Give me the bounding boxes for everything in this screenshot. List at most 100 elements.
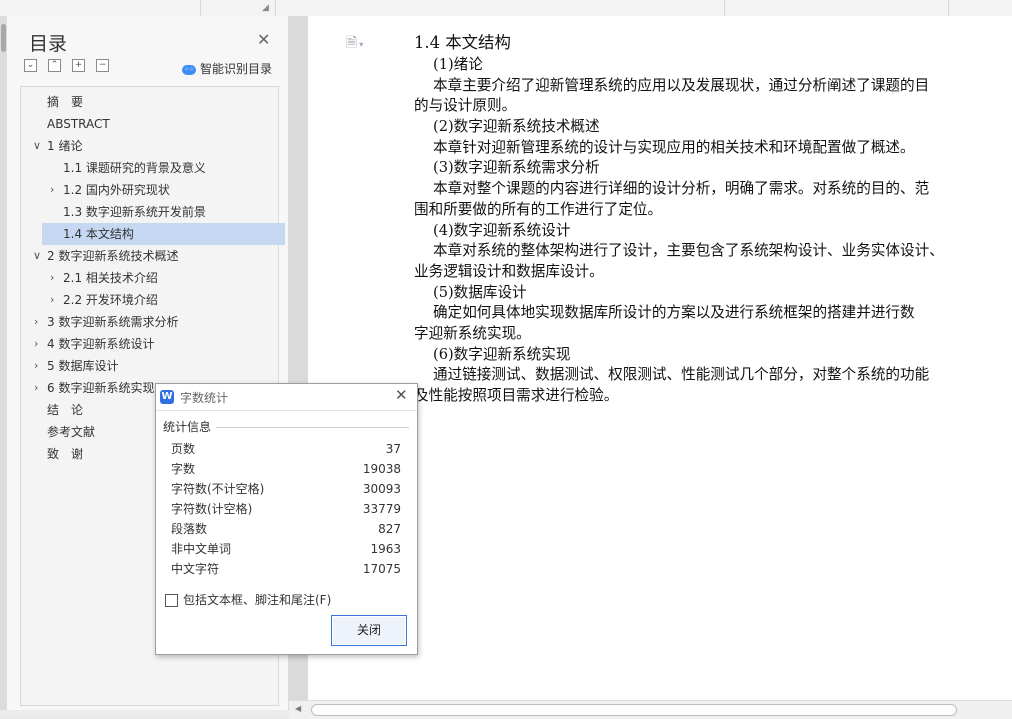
word-count-dialog: W 字数统计 ✕ 统计信息 页数 37 字数 19038 字符数(不计空格) 3009… [155, 383, 418, 655]
toc-item-acknowledgement[interactable]: 致 谢 [47, 443, 83, 465]
toc-item-2-1[interactable]: 2.1 相关技术介绍 [63, 267, 158, 289]
resize-corner-icon: ◢ [262, 3, 269, 13]
include-textbox-footnotes-checkbox[interactable]: 包括文本框、脚注和尾注(F) [165, 591, 331, 608]
toc-item-label: 2.1 相关技术介绍 [63, 271, 158, 285]
nav-edge-bar [0, 16, 7, 710]
toolbar-separator [275, 0, 276, 16]
toc-item-1-4-selected[interactable]: 1.4 本文结构 [42, 223, 285, 245]
toc-item-1-2[interactable]: 1.2 国内外研究现状 [63, 179, 170, 201]
checkbox-box[interactable] [165, 594, 178, 607]
nav-title: 目录 [29, 33, 68, 55]
nav-grip-handle[interactable] [1, 24, 6, 52]
stat-value: 30093 [362, 482, 401, 496]
remove-heading-icon[interactable]: − [96, 59, 109, 72]
doc-line: 本章对整个课题的内容进行详细的设计分析，明确了需求。对系统的目的、范 [433, 180, 930, 198]
toc-item-ch4[interactable]: 4 数字迎新系统设计 [47, 333, 154, 355]
doc-line: 本章对系统的整体架构进行了设计，主要包含了系统架构设计、业务实体设计、 [433, 242, 944, 260]
chevron-down-icon[interactable]: ∨ [33, 135, 41, 157]
toc-item-2-2[interactable]: 2.2 开发环境介绍 [63, 289, 158, 311]
toc-item-ch3[interactable]: 3 数字迎新系统需求分析 [47, 311, 178, 333]
document-body: 1.4 本文结构 (1)绪论 本章主要介绍了迎新管理系统的应用以及发展现状，通过… [414, 31, 1012, 407]
scroll-left-icon[interactable]: ◀ [295, 704, 301, 713]
toc-item-abstract-cn[interactable]: 摘 要 [47, 91, 83, 113]
scrollbar-thumb[interactable] [311, 704, 957, 716]
toc-item-label: 1 绪论 [47, 139, 83, 153]
chevron-right-icon[interactable]: › [34, 355, 38, 377]
collapse-all-icon[interactable]: ⌄ [24, 59, 37, 72]
toc-item-label: 1.1 课题研究的背景及意义 [63, 161, 206, 175]
stat-label: 页数 [171, 442, 196, 456]
toc-item-1-1[interactable]: 1.1 课题研究的背景及意义 [63, 157, 206, 179]
stat-value: 19038 [362, 462, 401, 476]
toc-item-ch6[interactable]: 6 数字迎新系统实现 [47, 377, 154, 399]
doc-line: (6)数字迎新系统实现 [433, 345, 571, 363]
doc-line: 通过链接测试、数据测试、权限测试、性能测试几个部分，对整个系统的功能 [433, 366, 930, 384]
toc-item-label: 1.4 本文结构 [63, 227, 134, 241]
stat-value: 33779 [362, 502, 401, 516]
toc-item-label: 6 数字迎新系统实现 [47, 381, 155, 395]
stat-label: 非中文单词 [171, 542, 232, 556]
toc-item-label: 4 数字迎新系统设计 [47, 337, 155, 351]
stat-value: 1963 [370, 542, 401, 556]
doc-line: 及性能按照项目需求进行检验。 [414, 387, 619, 404]
toc-item-label: 摘 要 [47, 95, 84, 109]
group-divider [216, 427, 409, 428]
toc-item-abstract-en[interactable]: ABSTRACT [47, 113, 110, 135]
stat-row: 中文字符 17075 [171, 559, 401, 579]
toc-item-conclusion[interactable]: 结 论 [47, 399, 83, 421]
checkbox-label: 包括文本框、脚注和尾注(F) [183, 593, 332, 607]
paragraph-menu-icon[interactable]: 🗎 ▾ [346, 32, 363, 56]
stat-row: 段落数 827 [171, 519, 401, 539]
chevron-down-icon[interactable]: ∨ [33, 245, 41, 267]
chevron-right-icon[interactable]: › [34, 377, 38, 399]
stat-row: 页数 37 [171, 439, 401, 459]
toolbar-separator [724, 0, 725, 16]
dialog-titlebar[interactable]: W 字数统计 ✕ [156, 384, 417, 411]
dialog-title: 字数统计 [180, 391, 229, 405]
horizontal-scrollbar[interactable]: ◀ [289, 700, 1012, 719]
doc-line: 围和所要做的所有的工作进行了定位。 [414, 200, 663, 218]
toc-item-label: ABSTRACT [47, 117, 110, 131]
stat-label: 字符数(计空格) [171, 502, 253, 516]
toc-item-label: 2 数字迎新系统技术概述 [47, 249, 179, 263]
smart-recognize-label: 智能识别目录 [200, 62, 273, 76]
top-toolbar-strip: ◢ [0, 0, 1012, 17]
toc-item-label: 5 数据库设计 [47, 359, 119, 373]
doc-line: (4)数字迎新系统设计 [433, 221, 571, 239]
wps-logo-icon: W [160, 390, 174, 404]
toc-item-ch5[interactable]: 5 数据库设计 [47, 355, 118, 377]
stat-value: 827 [378, 522, 401, 536]
toc-item-label: 3 数字迎新系统需求分析 [47, 315, 179, 329]
chevron-right-icon[interactable]: › [34, 311, 38, 333]
section-heading: 1.4 本文结构 [414, 33, 511, 52]
toc-item-ch2[interactable]: 2 数字迎新系统技术概述 [47, 245, 178, 267]
toc-item-label: 2.2 开发环境介绍 [63, 293, 158, 307]
close-button[interactable]: 关闭 [331, 615, 407, 646]
chevron-right-icon[interactable]: › [50, 179, 54, 201]
add-heading-icon[interactable]: + [72, 59, 85, 72]
chevron-right-icon[interactable]: › [50, 267, 54, 289]
toc-item-ch1[interactable]: 1 绪论 [47, 135, 82, 157]
status-strip [0, 710, 289, 718]
close-icon[interactable]: ✕ [257, 30, 270, 49]
toc-item-1-3[interactable]: 1.3 数字迎新系统开发前景 [63, 201, 206, 223]
stats-group-label: 统计信息 [163, 418, 215, 435]
smart-recognize-toc-button[interactable]: ◦◦ 智能识别目录 [182, 60, 272, 77]
ai-icon: ◦◦ [182, 64, 196, 75]
stat-label: 字数 [171, 462, 196, 476]
toc-item-references[interactable]: 参考文献 [47, 421, 95, 443]
toolbar-separator [948, 0, 949, 16]
doc-line: 字迎新系统实现。 [414, 324, 531, 342]
expand-up-icon[interactable]: ⌃ [48, 59, 61, 72]
stat-value: 37 [385, 442, 401, 456]
toc-item-label: 1.2 国内外研究现状 [63, 183, 170, 197]
stat-label: 段落数 [171, 522, 208, 536]
stat-row: 字符数(不计空格) 30093 [171, 479, 401, 499]
chevron-right-icon[interactable]: › [50, 289, 54, 311]
doc-line: 本章主要介绍了迎新管理系统的应用以及发展现状，通过分析阐述了课题的目 [433, 76, 930, 94]
toc-item-label: 1.3 数字迎新系统开发前景 [63, 205, 206, 219]
chevron-right-icon[interactable]: › [34, 333, 38, 355]
close-icon[interactable]: ✕ [395, 386, 408, 404]
stat-value: 17075 [362, 562, 401, 576]
toolbar-separator [200, 0, 201, 16]
